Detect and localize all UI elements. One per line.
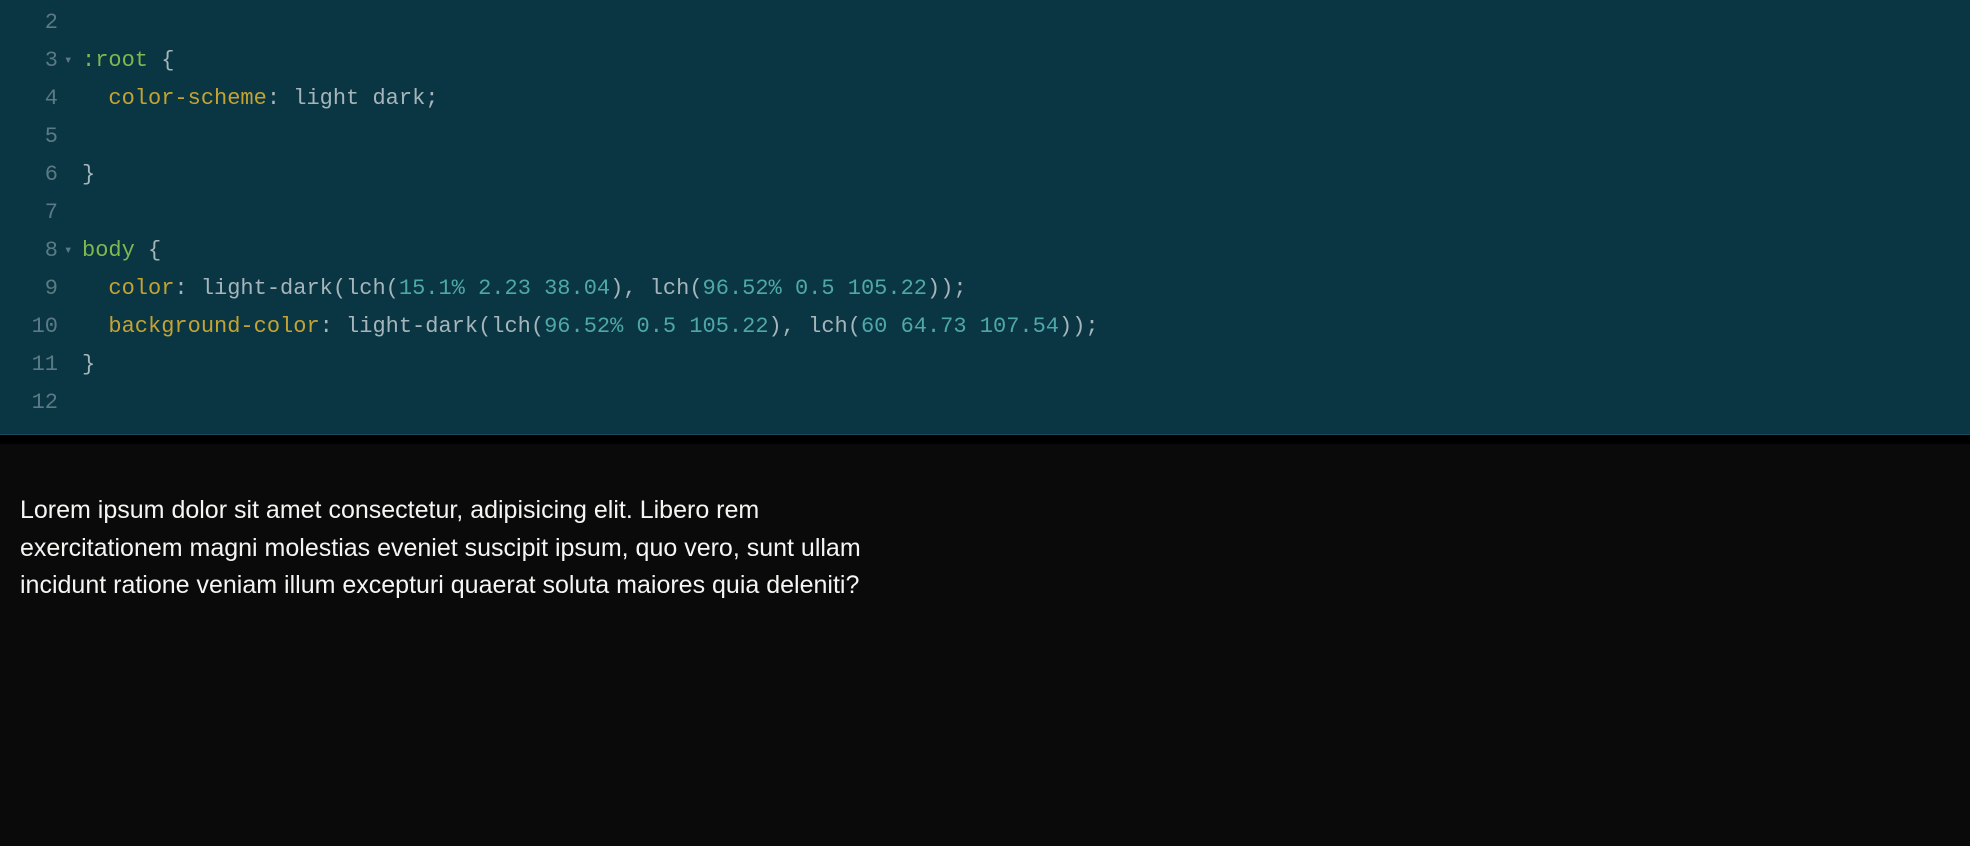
line-number[interactable]: 6 <box>0 156 64 194</box>
code-token: { <box>135 238 161 263</box>
code-token: :root <box>82 48 148 73</box>
code-token: )) <box>927 276 953 301</box>
preview-pane: Lorem ipsum dolor sit amet consectetur, … <box>0 444 1970 645</box>
code-token: { <box>148 48 174 73</box>
code-token: 2.23 <box>478 276 531 301</box>
code-line[interactable]: 7 <box>0 194 1970 232</box>
code-content[interactable]: } <box>82 156 95 194</box>
pane-divider[interactable] <box>0 434 1970 444</box>
code-content[interactable]: :root { <box>82 42 174 80</box>
code-token: 64.73 <box>901 314 967 339</box>
code-line[interactable]: 12 <box>0 384 1970 422</box>
code-token: body <box>82 238 135 263</box>
code-line[interactable]: 10 background-color: light-dark(lch(96.5… <box>0 308 1970 346</box>
code-content[interactable]: body { <box>82 232 161 270</box>
code-token <box>531 276 544 301</box>
code-token <box>676 314 689 339</box>
code-line[interactable]: 2 <box>0 4 1970 42</box>
line-number[interactable]: 12 <box>0 384 64 422</box>
code-token: 38.04 <box>544 276 610 301</box>
code-token <box>967 314 980 339</box>
line-number[interactable]: 9 <box>0 270 64 308</box>
code-token <box>82 124 108 149</box>
code-token: background-color <box>108 314 319 339</box>
code-token <box>623 314 636 339</box>
code-token: light dark <box>293 86 425 111</box>
code-token: 0.5 <box>795 276 835 301</box>
code-content[interactable]: color-scheme: light dark; <box>82 80 438 118</box>
code-content[interactable]: } <box>82 346 95 384</box>
line-number[interactable]: 8 <box>0 232 64 270</box>
code-token: ; <box>953 276 966 301</box>
code-token <box>887 314 900 339</box>
code-line[interactable]: 3▾:root { <box>0 42 1970 80</box>
code-token: } <box>82 352 95 377</box>
code-token: 96.52% <box>703 276 782 301</box>
code-token: 60 <box>861 314 887 339</box>
code-token: color <box>108 276 174 301</box>
code-token: 96.52% <box>544 314 623 339</box>
line-number[interactable]: 11 <box>0 346 64 384</box>
code-line[interactable]: 9 color: light-dark(lch(15.1% 2.23 38.04… <box>0 270 1970 308</box>
line-number[interactable]: 3 <box>0 42 64 80</box>
line-number[interactable]: 4 <box>0 80 64 118</box>
code-token <box>835 276 848 301</box>
line-number[interactable]: 2 <box>0 4 64 42</box>
code-line[interactable]: 4 color-scheme: light dark; <box>0 80 1970 118</box>
code-line[interactable]: 8▾body { <box>0 232 1970 270</box>
code-token: color-scheme <box>108 86 266 111</box>
code-content[interactable]: background-color: light-dark(lch(96.52% … <box>82 308 1099 346</box>
fold-icon[interactable]: ▾ <box>64 232 82 270</box>
code-token: 15.1% <box>399 276 465 301</box>
code-token: 0.5 <box>637 314 677 339</box>
code-token: light-dark(lch( <box>346 314 544 339</box>
code-content[interactable]: color: light-dark(lch(15.1% 2.23 38.04),… <box>82 270 967 308</box>
preview-text: Lorem ipsum dolor sit amet consectetur, … <box>20 492 900 605</box>
code-token: ; <box>425 86 438 111</box>
code-line[interactable]: 5 <box>0 118 1970 156</box>
code-token: : <box>267 86 293 111</box>
line-number[interactable]: 7 <box>0 194 64 232</box>
code-token: ), lch( <box>769 314 861 339</box>
code-token <box>82 314 108 339</box>
code-token: ; <box>1085 314 1098 339</box>
code-token: 107.54 <box>980 314 1059 339</box>
code-line[interactable]: 6} <box>0 156 1970 194</box>
line-number[interactable]: 10 <box>0 308 64 346</box>
code-token <box>82 276 108 301</box>
code-content[interactable] <box>82 118 108 156</box>
code-token: ), lch( <box>610 276 702 301</box>
code-token: 105.22 <box>689 314 768 339</box>
code-token <box>82 86 108 111</box>
code-token: : <box>174 276 200 301</box>
code-token: : <box>320 314 346 339</box>
code-token <box>782 276 795 301</box>
code-token: )) <box>1059 314 1085 339</box>
fold-icon[interactable]: ▾ <box>64 42 82 80</box>
code-editor[interactable]: 23▾:root {4 color-scheme: light dark;5 6… <box>0 0 1970 434</box>
code-token <box>465 276 478 301</box>
code-token: } <box>82 162 95 187</box>
code-token: 105.22 <box>848 276 927 301</box>
code-line[interactable]: 11} <box>0 346 1970 384</box>
code-token: light-dark(lch( <box>201 276 399 301</box>
line-number[interactable]: 5 <box>0 118 64 156</box>
